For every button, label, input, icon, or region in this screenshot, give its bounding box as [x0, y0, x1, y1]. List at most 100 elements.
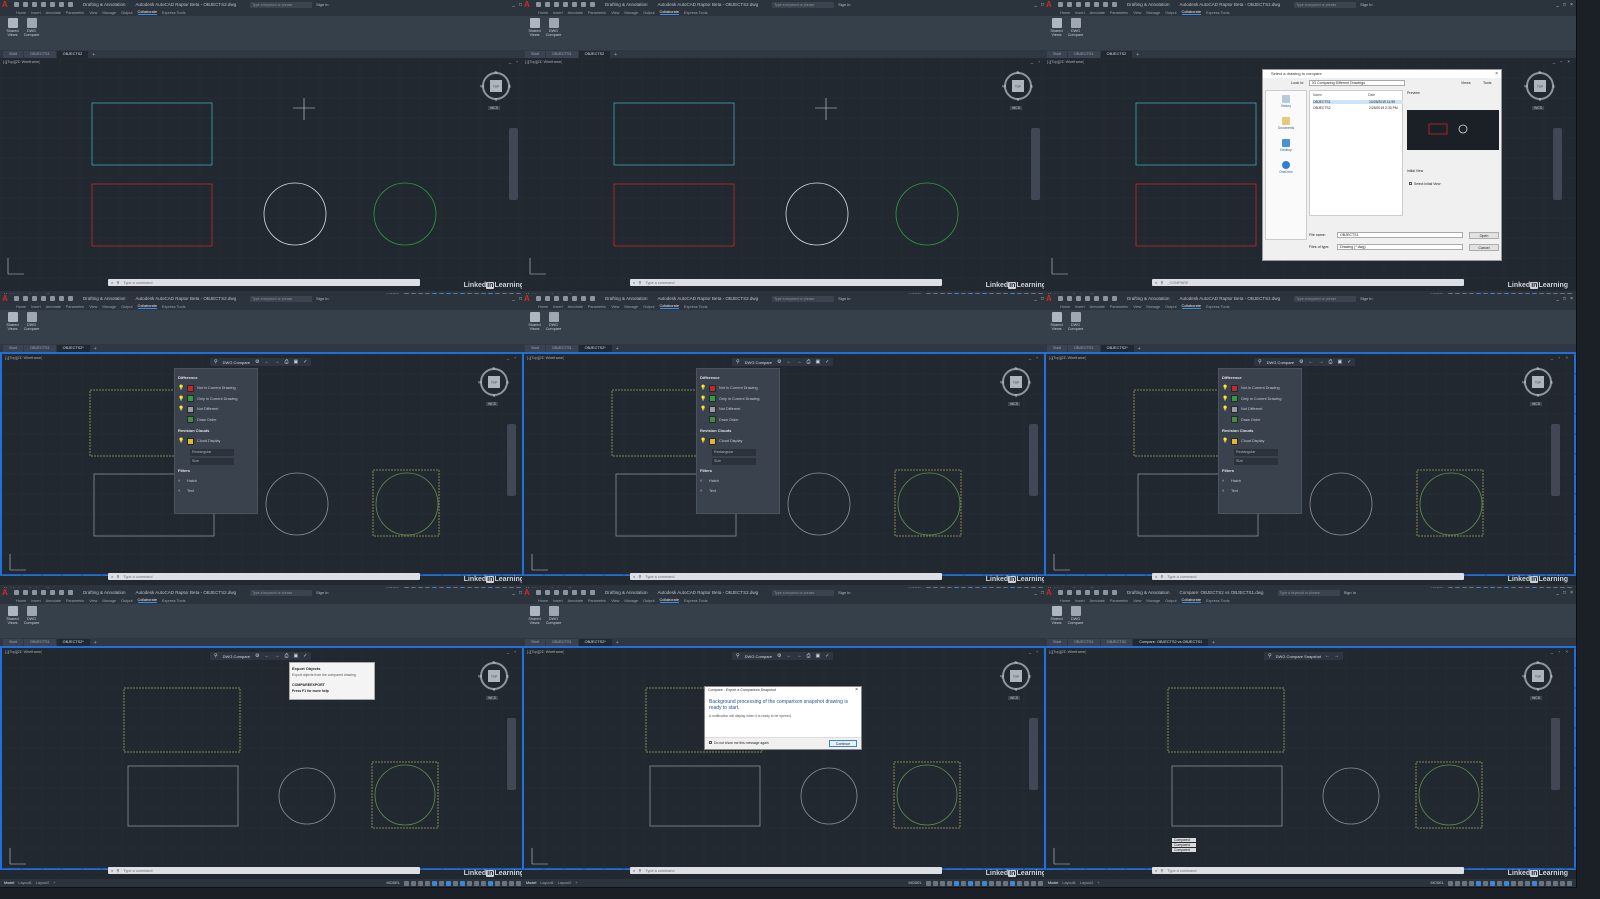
color-swatch[interactable] — [1231, 405, 1238, 413]
quick-access-icon[interactable] — [50, 590, 55, 595]
drawing-canvas[interactable] — [522, 58, 1055, 283]
close-button[interactable]: × — [1570, 296, 1573, 302]
quick-access-icon[interactable] — [545, 296, 550, 301]
navigation-bar[interactable] — [1551, 424, 1560, 496]
drawing-canvas[interactable] — [2, 648, 533, 873]
cyan-rectangle[interactable] — [91, 102, 213, 166]
compass-s[interactable]: S — [1539, 97, 1542, 102]
shared-views-button[interactable]: Shared Views — [3, 18, 22, 37]
export-snapshot-icon[interactable]: ⎙ — [807, 359, 811, 365]
ribbon-tab[interactable]: Parametric — [1110, 599, 1128, 603]
lightbulb-icon[interactable]: 💡 — [700, 438, 706, 444]
compass-n[interactable]: N — [1017, 70, 1020, 75]
quick-access-icon[interactable] — [536, 590, 541, 595]
quick-access-icon[interactable] — [1076, 2, 1081, 7]
ribbon-tab[interactable]: Home — [538, 11, 548, 15]
quick-access-icon[interactable] — [1112, 590, 1117, 595]
compass-e[interactable]: E — [509, 84, 512, 89]
file-tab-start[interactable]: Start — [3, 639, 24, 646]
quick-access-icon[interactable] — [59, 590, 64, 595]
file-tab-objects2[interactable]: OBJECTS2 — [578, 51, 611, 58]
previous-change-icon[interactable]: ← — [787, 359, 792, 365]
look-in-select[interactable]: 03 Comparing Different Drawings — [1309, 80, 1405, 86]
compass-e[interactable]: E — [1031, 84, 1034, 89]
filter-toggle-icon[interactable]: ◐ — [700, 488, 706, 494]
quick-access-icon[interactable] — [554, 296, 559, 301]
gray-rectangle[interactable] — [127, 765, 239, 827]
filter-row-text[interactable]: ◐ Text — [1222, 486, 1298, 497]
quick-access-icon[interactable] — [1076, 296, 1081, 301]
search-input[interactable]: Type a keyword or phrase — [1294, 295, 1357, 302]
ribbon-tab[interactable]: View — [1133, 305, 1141, 309]
place-item[interactable]: OneDrive — [1266, 161, 1306, 179]
autocad-logo-icon[interactable]: A — [1046, 588, 1054, 597]
viewcube-top-label[interactable]: TOP — [1537, 85, 1543, 89]
ribbon-tab[interactable]: Parametric — [66, 11, 84, 15]
ribbon-tab[interactable]: Annotate — [46, 305, 61, 309]
red-rectangle[interactable] — [91, 183, 213, 247]
command-line-buttons[interactable]: × ⚲ — [630, 868, 645, 873]
ribbon-tab[interactable]: Home — [538, 599, 548, 603]
viewcube-top-label[interactable]: TOP — [1013, 381, 1019, 385]
compared-circle[interactable] — [1418, 764, 1480, 826]
navigation-bar[interactable] — [1553, 128, 1562, 200]
quick-access-icon[interactable] — [1067, 2, 1072, 7]
ribbon-tab[interactable]: View — [1133, 599, 1141, 603]
white-circle[interactable] — [263, 182, 327, 246]
quick-access-icon[interactable] — [1067, 590, 1072, 595]
drawing-viewport[interactable]: [-][Top][2D Wireframe] _ ▫ × N S E W TOP WCS — [0, 58, 533, 283]
settings-icon[interactable]: ⚙ — [777, 359, 781, 365]
ribbon-tab[interactable]: Insert — [553, 11, 563, 15]
file-tab-objects2_modified[interactable]: OBJECTS2* — [578, 345, 612, 352]
ribbon-tab[interactable]: Output — [643, 11, 654, 15]
ribbon-tab[interactable]: Annotate — [1090, 305, 1105, 309]
filter-row-hatch[interactable]: ◐ Hatch — [178, 476, 254, 487]
compass-n[interactable]: N — [493, 366, 496, 371]
ribbon-tab[interactable]: Insert — [31, 305, 41, 309]
gray-circle[interactable] — [265, 472, 329, 536]
lightbulb-icon[interactable]: 💡 — [178, 438, 184, 444]
ribbon-tab[interactable]: Home — [1060, 305, 1070, 309]
status-toggle-icon[interactable] — [418, 880, 423, 886]
compass-w[interactable]: W — [478, 380, 482, 385]
ribbon-tab[interactable]: Annotate — [46, 599, 61, 603]
ribbon-tab[interactable]: View — [611, 11, 619, 15]
place-item[interactable]: History — [1266, 95, 1306, 113]
minimize-button[interactable]: _ — [1556, 590, 1559, 596]
ribbon-tab[interactable]: Express Tools — [162, 305, 186, 309]
command-line[interactable]: × ⚲ Type a command — [108, 573, 420, 580]
drawing-canvas[interactable] — [0, 58, 533, 283]
gray-circle[interactable] — [278, 767, 336, 825]
cloud-size-slider[interactable]: Size — [712, 457, 756, 465]
compass-s[interactable]: S — [493, 687, 496, 692]
status-toggle-icon[interactable] — [1010, 880, 1015, 886]
ribbon-tab[interactable]: Insert — [553, 305, 563, 309]
status-toggle-icon[interactable] — [1532, 880, 1537, 886]
status-toggle-icon[interactable] — [1560, 880, 1565, 886]
quick-access-icon[interactable] — [545, 2, 550, 7]
difference-row[interactable]: 💡 Only in Current Drawing — [1222, 394, 1298, 405]
ribbon-tab[interactable]: Parametric — [588, 599, 606, 603]
color-swatch[interactable] — [1231, 416, 1238, 424]
ribbon-tab[interactable]: Manage — [102, 305, 116, 309]
autocad-logo-icon[interactable]: A — [1046, 0, 1054, 9]
ribbon-tab[interactable]: Insert — [1075, 11, 1085, 15]
status-toggle-icon[interactable] — [982, 880, 987, 886]
status-toggle-icon[interactable] — [1490, 880, 1495, 886]
workspace-selector[interactable]: Drafting & Annotation — [605, 296, 648, 301]
ribbon-tab[interactable]: Parametric — [588, 305, 606, 309]
quick-access-icon[interactable] — [1112, 296, 1117, 301]
compass-s[interactable]: S — [1015, 393, 1018, 398]
command-input[interactable]: Type a command — [123, 869, 152, 873]
ribbon-tab[interactable]: Express Tools — [1206, 305, 1230, 309]
cyan-rectangle[interactable] — [613, 102, 735, 166]
difference-row[interactable]: 💡 Only in Current Drawing — [700, 394, 776, 405]
quick-access-icon[interactable] — [50, 2, 55, 7]
lightbulb-icon[interactable]: 💡 — [700, 385, 706, 391]
quick-access-icon[interactable] — [59, 2, 64, 7]
status-toggle-icon[interactable] — [502, 880, 507, 886]
cloud-size-slider[interactable]: Size — [190, 457, 234, 465]
compass-w[interactable]: W — [480, 84, 484, 89]
cloud-display-row[interactable]: 💡 Cloud Display — [178, 436, 254, 447]
command-input[interactable]: Type a command — [645, 869, 674, 873]
